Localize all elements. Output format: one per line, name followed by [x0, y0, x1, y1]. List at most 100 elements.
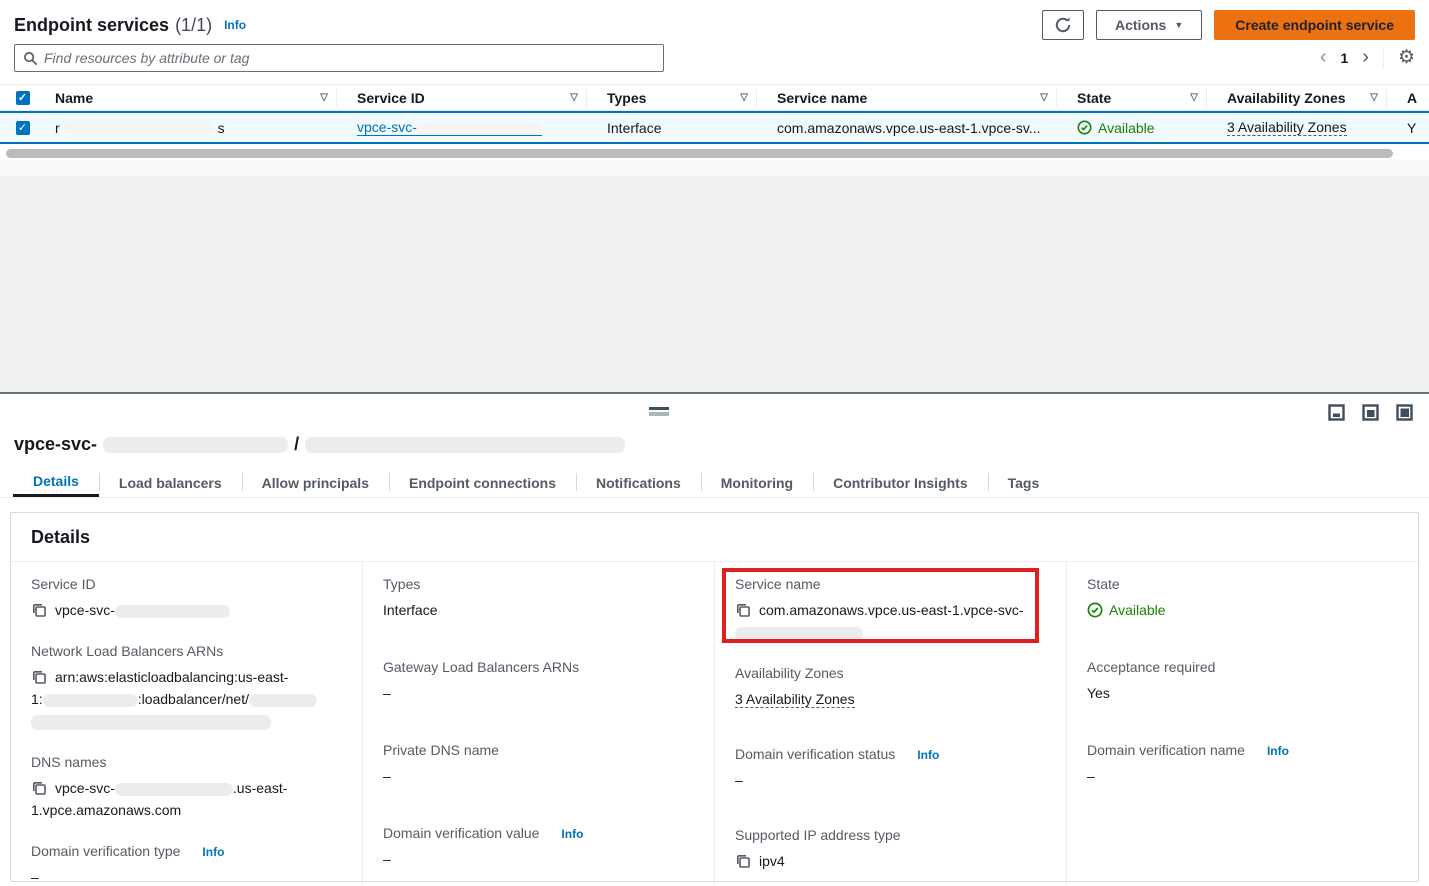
column-header-state[interactable]: State ▽ [1067, 85, 1217, 110]
field-value: – [31, 866, 342, 886]
panel-size-large-icon[interactable] [1396, 404, 1413, 424]
tab-monitoring[interactable]: Monitoring [701, 468, 813, 497]
info-link[interactable]: Info [917, 748, 939, 762]
search-input[interactable] [44, 50, 655, 66]
tab-notifications[interactable]: Notifications [576, 468, 701, 497]
sort-icon[interactable]: ▽ [570, 92, 578, 103]
current-page[interactable]: 1 [1340, 50, 1348, 66]
info-link[interactable]: Info [561, 827, 583, 841]
tab-endpoint-connections[interactable]: Endpoint connections [389, 468, 576, 497]
header-actions: Actions ▼ Create endpoint service [1042, 10, 1415, 40]
search-icon [23, 51, 38, 66]
field-types: Types Interface [383, 576, 694, 621]
field-label: Service name [735, 576, 1046, 592]
panel-size-small-icon[interactable] [1328, 404, 1345, 424]
pagination-divider [1383, 47, 1384, 69]
row-name-suffix: s [218, 120, 225, 136]
field-value: – [383, 682, 694, 704]
create-endpoint-service-button[interactable]: Create endpoint service [1214, 10, 1415, 40]
copy-icon[interactable] [31, 602, 47, 618]
field-label: Gateway Load Balancers ARNs [383, 659, 694, 675]
info-link[interactable]: Info [1267, 744, 1289, 758]
actions-button-label: Actions [1115, 17, 1166, 33]
panel-size-medium-icon[interactable] [1362, 404, 1379, 424]
column-divider [1056, 89, 1057, 107]
panel-size-controls [1328, 404, 1413, 424]
service-name-line1: com.amazonaws.vpce.us-east-1.vpce-svc- [759, 599, 1024, 621]
column-header-service-id[interactable]: Service ID ▽ [347, 85, 597, 110]
column-header-name[interactable]: Name ▽ [45, 85, 347, 110]
detail-tabs: Details Load balancers Allow principals … [0, 468, 1429, 498]
refresh-button[interactable] [1042, 10, 1084, 40]
row-state-value: Available [1098, 120, 1155, 136]
details-card-body: Service ID vpce-svc- Network Load Balanc… [11, 562, 1418, 886]
column-header-service-name[interactable]: Service name ▽ [767, 85, 1067, 110]
tab-contributor-insights[interactable]: Contributor Insights [813, 468, 988, 497]
field-service-id: Service ID vpce-svc- [31, 576, 342, 621]
column-divider [1206, 89, 1207, 107]
sort-icon[interactable]: ▽ [1040, 92, 1048, 103]
select-all-checkbox[interactable]: ✓ [16, 91, 30, 105]
tab-tags[interactable]: Tags [988, 468, 1060, 497]
redacted-value [249, 694, 317, 707]
redacted-value [735, 627, 863, 640]
sort-icon[interactable]: ▽ [320, 92, 328, 103]
column-header-availability-zones[interactable]: Availability Zones ▽ [1217, 85, 1397, 110]
sort-icon[interactable]: ▽ [740, 92, 748, 103]
field-availability-zones: Availability Zones 3 Availability Zones [735, 665, 1046, 710]
column-divider [1386, 89, 1387, 107]
create-button-label: Create endpoint service [1235, 17, 1394, 33]
next-page-icon[interactable]: › [1362, 46, 1369, 69]
copy-icon[interactable] [735, 853, 751, 869]
dns-value-mid: .us-east- [233, 780, 287, 796]
redacted-value [43, 694, 138, 707]
sort-icon[interactable]: ▽ [1370, 92, 1378, 103]
field-value: – [383, 848, 694, 870]
availability-zones-link[interactable]: 3 Availability Zones [735, 691, 855, 708]
column-header-acceptance[interactable]: A [1397, 85, 1429, 110]
field-label: Availability Zones [735, 665, 1046, 681]
previous-page-icon[interactable]: ‹ [1320, 46, 1327, 69]
field-supported-ip: Supported IP address type ipv4 [735, 827, 1046, 872]
details-column-2: Types Interface Gateway Load Balancers A… [362, 562, 714, 886]
tab-details[interactable]: Details [13, 468, 99, 497]
field-value: – [735, 769, 1046, 791]
nlb-arn-line2-prefix: 1: [31, 691, 43, 707]
background-gap [0, 176, 1429, 392]
copy-icon[interactable] [31, 780, 47, 796]
title-separator: / [294, 434, 299, 455]
nlb-arn-line1: arn:aws:elasticloadbalancing:us-east- [55, 666, 288, 688]
field-label: Domain verification value [383, 825, 539, 841]
copy-icon[interactable] [31, 669, 47, 685]
field-service-name: Service name com.amazonaws.vpce.us-east-… [735, 576, 1046, 643]
search-box[interactable] [14, 44, 664, 72]
select-all-cell: ✓ [0, 85, 45, 110]
row-service-name-cell: com.amazonaws.vpce.us-east-1.vpce-sv... [767, 120, 1067, 136]
details-column-3: Service name com.amazonaws.vpce.us-east-… [714, 562, 1066, 886]
info-link[interactable]: Info [202, 845, 224, 859]
column-header-types[interactable]: Types ▽ [597, 85, 767, 110]
horizontal-scrollbar[interactable] [6, 149, 1393, 158]
copy-icon[interactable] [735, 602, 751, 618]
field-label: Domain verification type [31, 843, 180, 859]
row-service-id-cell: vpce-svc- [347, 119, 597, 136]
tab-load-balancers[interactable]: Load balancers [99, 468, 242, 497]
endpoint-services-page: Endpoint services (1/1) Info Actions ▼ C… [0, 0, 1429, 886]
redacted-value [115, 783, 233, 796]
page-info-link[interactable]: Info [224, 18, 246, 32]
tab-allow-principals[interactable]: Allow principals [242, 468, 389, 497]
field-value: – [383, 765, 694, 787]
sort-icon[interactable]: ▽ [1190, 92, 1198, 103]
availability-zones-link[interactable]: 3 Availability Zones [1227, 119, 1347, 136]
column-divider [756, 89, 757, 107]
row-az-cell: 3 Availability Zones [1217, 119, 1397, 136]
actions-button[interactable]: Actions ▼ [1096, 10, 1202, 40]
field-acceptance-required: Acceptance required Yes [1087, 659, 1398, 704]
field-glb-arns: Gateway Load Balancers ARNs – [383, 659, 694, 704]
field-value: Available [1109, 599, 1166, 621]
row-checkbox[interactable]: ✓ [16, 121, 30, 135]
gear-icon[interactable]: ⚙ [1398, 48, 1415, 67]
split-panel-drag-handle[interactable] [649, 407, 669, 416]
service-id-link[interactable]: vpce-svc- [357, 119, 542, 136]
table-row[interactable]: ✓ r s vpce-svc- Interface com.amazonaws.… [0, 111, 1429, 144]
